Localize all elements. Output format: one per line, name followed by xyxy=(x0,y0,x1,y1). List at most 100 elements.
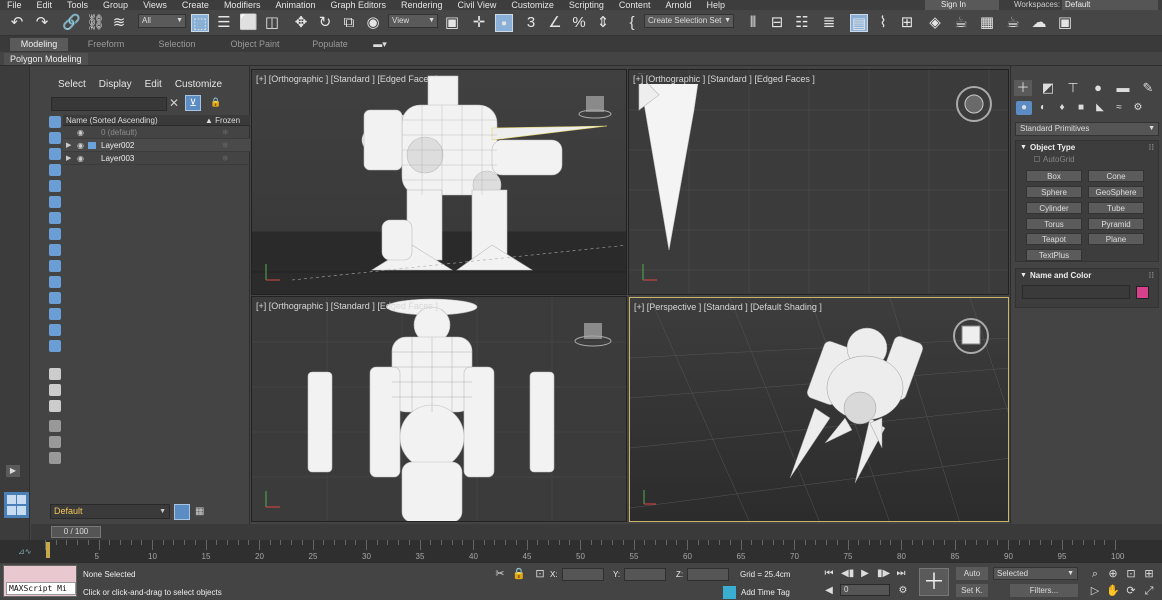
viewport-label[interactable]: [+] [Orthographic ] [Standard ] [Edged F… xyxy=(633,74,815,84)
folder-icon[interactable] xyxy=(49,452,61,464)
z-coordinate-input[interactable] xyxy=(687,568,729,581)
field-of-view-icon[interactable]: ▷ xyxy=(1088,584,1102,598)
rectangular-selection-icon[interactable]: ⬜ xyxy=(239,14,258,32)
placement-icon[interactable]: ◉ xyxy=(364,14,382,32)
auto-key-button[interactable]: Auto xyxy=(956,567,988,580)
filter-funnel-icon[interactable] xyxy=(49,420,61,432)
list-item[interactable]: ▶ ◉ Layer003 ❄ xyxy=(63,152,250,165)
sphere-button[interactable]: Sphere xyxy=(1026,186,1082,198)
expand-arrow-icon[interactable]: ▶ xyxy=(6,465,20,477)
motion-tab-icon[interactable]: ● xyxy=(1089,80,1107,96)
redo-icon[interactable]: ↷ xyxy=(33,14,51,32)
polygon-modeling-panel[interactable]: Polygon Modeling xyxy=(4,53,88,65)
menu-edit[interactable]: Edit xyxy=(30,0,61,10)
ribbon-options-icon[interactable]: ▬▾ xyxy=(368,38,392,51)
frozen-filter-icon[interactable] xyxy=(49,276,61,288)
named-selection-set-dropdown[interactable]: Create Selection Set ▼ xyxy=(644,14,734,28)
all-filter-icon[interactable] xyxy=(49,308,61,320)
curve-editor-icon[interactable]: ⌇ xyxy=(874,14,892,32)
unlink-icon[interactable]: ⛓ xyxy=(86,14,105,32)
tab-selection[interactable]: Selection xyxy=(146,38,208,51)
menu-help[interactable]: Help xyxy=(699,0,733,10)
play-icon[interactable]: ▶ xyxy=(859,567,871,580)
selection-lock-icon[interactable]: 🔒 xyxy=(512,567,526,581)
explorer-search-input[interactable] xyxy=(51,97,167,111)
tube-button[interactable]: Tube xyxy=(1088,202,1144,214)
layer-explorer-icon[interactable] xyxy=(174,504,190,520)
go-to-end-icon[interactable]: ⏭ xyxy=(895,567,907,580)
scene-explorer-settings-icon[interactable]: ▦ xyxy=(195,506,204,517)
geosphere-button[interactable]: GeoSphere xyxy=(1088,186,1144,198)
bind-space-warp-icon[interactable]: ≋ xyxy=(110,14,128,32)
eye-icon[interactable]: ◉ xyxy=(77,139,84,152)
mini-curve-editor-icon[interactable]: ⊿∿ xyxy=(18,547,31,556)
torus-button[interactable]: Torus xyxy=(1026,218,1082,230)
zoom-all-icon[interactable]: ⊕ xyxy=(1106,567,1120,581)
undo-icon[interactable]: ↶ xyxy=(8,14,26,32)
cylinder-button[interactable]: Cylinder xyxy=(1026,202,1082,214)
containers-filter-icon[interactable] xyxy=(49,260,61,272)
next-frame-icon[interactable]: ▮▶ xyxy=(877,567,890,580)
lights-icon[interactable]: ♦ xyxy=(1054,101,1070,115)
link-icon[interactable]: 🔗 xyxy=(62,14,81,32)
hierarchy-tab-icon[interactable]: ⊤ xyxy=(1064,80,1082,96)
menu-group[interactable]: Group xyxy=(96,0,136,10)
zoom-extents-icon[interactable]: ⊡ xyxy=(1124,567,1138,581)
orbit-icon[interactable]: ⟳ xyxy=(1124,584,1138,598)
frozen-icon[interactable]: ❄ xyxy=(222,139,229,152)
menu-animation[interactable]: Animation xyxy=(268,0,323,10)
bones-filter-icon[interactable] xyxy=(49,244,61,256)
filter-funnel-2-icon[interactable] xyxy=(49,436,61,448)
tab-freeform[interactable]: Freeform xyxy=(76,38,136,51)
maxscript-input[interactable]: MAXScript Mi xyxy=(6,582,76,595)
menu-graph-editors[interactable]: Graph Editors xyxy=(323,0,394,10)
box-button[interactable]: Box xyxy=(1026,170,1082,182)
filter-icon[interactable]: ⊻ xyxy=(185,95,201,111)
menu-tools[interactable]: Tools xyxy=(60,0,96,10)
toggle-ribbon-icon[interactable]: ▤ xyxy=(850,14,868,32)
key-filters-button[interactable]: Filters... xyxy=(1010,584,1078,597)
expand-arrow-icon[interactable]: ▶ xyxy=(66,152,71,165)
snaps-toggle-icon[interactable]: 3 xyxy=(522,14,540,32)
edit-named-selection-icon[interactable]: { xyxy=(623,14,641,32)
viewport-label[interactable]: [+] [Perspective ] [Standard ] [Default … xyxy=(634,302,822,312)
move-icon[interactable]: ✥ xyxy=(292,14,310,32)
viewport-front-orthographic[interactable]: [+] [Orthographic ] [Standard ] [Edged F… xyxy=(628,69,1009,295)
menu-views[interactable]: Views xyxy=(136,0,175,10)
menu-scripting[interactable]: Scripting xyxy=(562,0,612,10)
a360-gallery-icon[interactable]: ▣ xyxy=(1056,14,1074,32)
display-influences-icon[interactable] xyxy=(49,384,61,396)
create-tab-icon[interactable]: ＋ xyxy=(1014,80,1032,96)
key-mode-toggle-icon[interactable]: ◀ xyxy=(823,584,835,597)
column-name-header[interactable]: Name (Sorted Ascending) xyxy=(66,115,158,126)
helpers-filter-icon[interactable] xyxy=(49,180,61,192)
groups-filter-icon[interactable] xyxy=(49,212,61,224)
time-configuration-icon[interactable]: ⚙ xyxy=(897,584,909,597)
pivot-center-icon[interactable]: ▣ xyxy=(443,14,461,32)
y-coordinate-input[interactable] xyxy=(624,568,666,581)
select-by-name-icon[interactable]: ☰ xyxy=(215,14,233,32)
systems-icon[interactable]: ⚙ xyxy=(1130,101,1146,115)
select-object-icon[interactable]: ⬚ xyxy=(191,14,209,32)
zoom-icon[interactable]: ⌕ xyxy=(1088,567,1102,581)
helpers-icon[interactable]: ◣ xyxy=(1092,101,1108,115)
cameras-icon[interactable]: ■ xyxy=(1073,101,1089,115)
tab-populate[interactable]: Populate xyxy=(300,38,360,51)
schematic-view-icon[interactable]: ⊞ xyxy=(898,14,916,32)
set-key-icon[interactable]: ＋ xyxy=(919,568,949,596)
expand-arrow-icon[interactable]: ▶ xyxy=(66,139,71,152)
tab-object-paint[interactable]: Object Paint xyxy=(220,38,290,51)
column-frozen-header[interactable]: ▲ Frozen xyxy=(205,115,240,126)
menu-civil-view[interactable]: Civil View xyxy=(451,0,505,10)
reference-coordinate-dropdown[interactable]: View ▼ xyxy=(388,14,438,28)
select-manipulate-icon[interactable]: ✛ xyxy=(470,14,488,32)
primitive-category-dropdown[interactable]: Standard Primitives ▼ xyxy=(1015,122,1159,136)
frozen-icon[interactable]: ❄ xyxy=(222,126,229,139)
menu-modifiers[interactable]: Modifiers xyxy=(217,0,269,10)
geometry-filter-icon[interactable] xyxy=(49,116,61,128)
frozen-icon[interactable]: ❄ xyxy=(222,152,229,165)
menu-content[interactable]: Content xyxy=(612,0,659,10)
explorer-menu-customize[interactable]: Customize xyxy=(175,79,222,90)
object-name-input[interactable] xyxy=(1022,285,1130,299)
cone-button[interactable]: Cone xyxy=(1088,170,1144,182)
